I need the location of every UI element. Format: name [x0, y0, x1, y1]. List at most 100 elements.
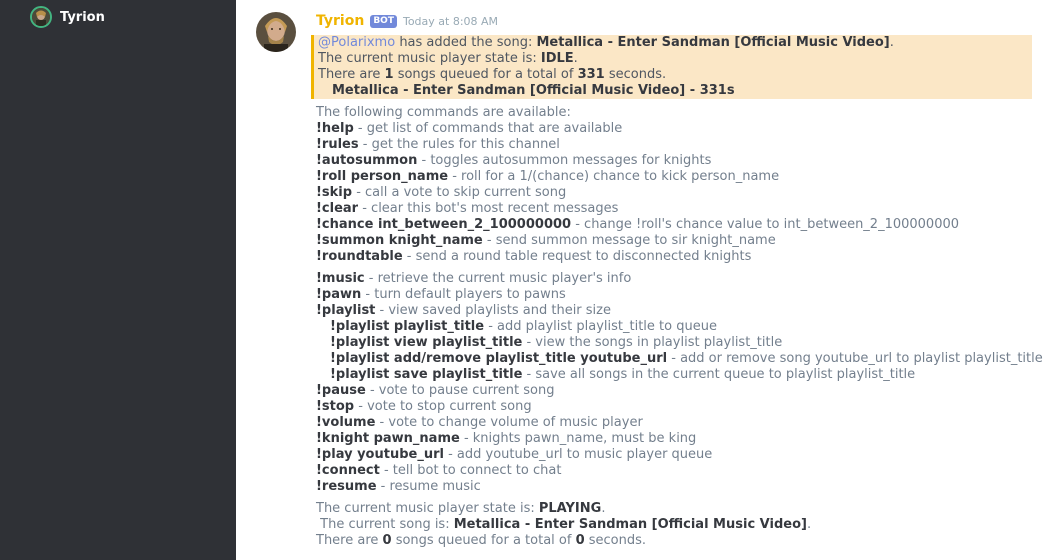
command-name: !pawn	[316, 287, 362, 302]
command-description: - resume music	[376, 479, 481, 494]
command-name: !roundtable	[316, 249, 403, 264]
command-description: - change !roll's chance value to int_bet…	[571, 217, 960, 232]
command-row: !playlist add/remove playlist_title yout…	[316, 351, 1043, 367]
embed-period: .	[889, 35, 894, 50]
command-description: - add playlist playlist_title to queue	[484, 319, 717, 334]
status-line-state: The current music player state is: PLAYI…	[316, 501, 1036, 517]
command-name: !playlist add/remove playlist_title yout…	[330, 351, 668, 366]
embed-text: songs queued for a total of	[393, 67, 578, 82]
status-line-queue: There are 0 songs queued for a total of …	[316, 533, 1036, 549]
command-description: - clear this bot's most recent messages	[358, 201, 619, 216]
embed-line-state: The current music player state is: IDLE.	[318, 51, 1032, 67]
command-row: !stop - vote to stop current song	[316, 399, 1036, 415]
command-description: - turn default players to pawns	[361, 287, 566, 302]
command-name: !playlist playlist_title	[330, 319, 485, 334]
command-name: !summon knight_name	[316, 233, 483, 248]
message-header: Tyrion BOT Today at 8:08 AM	[316, 12, 498, 30]
command-row: !pause - vote to pause current song	[316, 383, 1036, 399]
command-description: - vote to stop current song	[354, 399, 532, 414]
command-name: !autosummon	[316, 153, 418, 168]
message-timestamp: Today at 8:08 AM	[402, 14, 499, 28]
status-line-song: The current song is: Metallica - Enter S…	[316, 517, 1036, 533]
command-row: !playlist save playlist_title - save all…	[316, 367, 1036, 383]
command-name: !resume	[316, 479, 377, 494]
command-description: - send a round table request to disconne…	[402, 249, 752, 264]
command-description: - vote to change volume of music player	[375, 415, 643, 430]
author-avatar[interactable]	[256, 12, 296, 52]
command-row: !pawn - turn default players to pawns	[316, 287, 1036, 303]
member-name: Tyrion	[60, 9, 105, 25]
command-description: - send summon message to sir knight_name	[482, 233, 776, 248]
embed-queue-count: 1	[384, 67, 394, 82]
status-text: The current music player state is:	[316, 501, 539, 516]
command-description: - view the songs in playlist playlist_ti…	[522, 335, 783, 350]
command-description: - add youtube_url to music player queue	[443, 447, 713, 462]
status-song: Metallica - Enter Sandman [Official Musi…	[453, 517, 807, 532]
command-name: !playlist	[316, 303, 376, 318]
tyrion-avatar-icon	[256, 12, 296, 52]
member-list-item[interactable]: Tyrion	[30, 5, 105, 29]
status-queue-count: 0	[382, 533, 392, 548]
song-added-embed: @Polarixmo has added the song: Metallica…	[311, 35, 1032, 99]
command-description: - call a vote to skip current song	[352, 185, 567, 200]
status-text: There are	[316, 533, 383, 548]
command-name: !clear	[316, 201, 359, 216]
command-name: !music	[316, 271, 365, 286]
command-name: !play youtube_url	[316, 447, 444, 462]
command-row: !help - get list of commands that are av…	[316, 121, 1036, 137]
command-row: !skip - call a vote to skip current song	[316, 185, 1036, 201]
command-name: !pause	[316, 383, 366, 398]
command-row: !rules - get the rules for this channel	[316, 137, 1036, 153]
command-row: !connect - tell bot to connect to chat	[316, 463, 1036, 479]
member-avatar[interactable]	[30, 6, 52, 28]
command-name: !skip	[316, 185, 353, 200]
tyrion-avatar-icon	[32, 8, 50, 26]
command-row: !chance int_between_2_100000000 - change…	[316, 217, 1036, 233]
command-row: !playlist playlist_title - add playlist …	[316, 319, 1036, 335]
command-row: !music - retrieve the current music play…	[316, 271, 1036, 287]
embed-queue-seconds: 331	[577, 67, 605, 82]
command-row: !playlist - view saved playlists and the…	[316, 303, 1036, 319]
command-description: - view saved playlists and their size	[375, 303, 611, 318]
command-description: - retrieve the current music player's in…	[364, 271, 632, 286]
command-name: !knight pawn_name	[316, 431, 460, 446]
command-description: - get list of commands that are availabl…	[353, 121, 623, 136]
command-description: - save all songs in the current queue to…	[522, 367, 916, 382]
embed-queued-item-text: Metallica - Enter Sandman [Official Musi…	[332, 83, 735, 98]
embed-state: IDLE	[540, 51, 574, 66]
commands-list-general: !help - get list of commands that are av…	[316, 121, 1036, 265]
command-name: !playlist view playlist_title	[330, 335, 523, 350]
command-row: !clear - clear this bot's most recent me…	[316, 201, 1036, 217]
command-name: !chance int_between_2_100000000	[316, 217, 572, 232]
command-description: - roll for a 1/(chance) chance to kick p…	[448, 169, 780, 184]
user-mention[interactable]: @Polarixmo	[318, 35, 395, 50]
embed-text: seconds.	[604, 67, 667, 82]
command-name: !help	[316, 121, 354, 136]
commands-intro: The following commands are available:	[316, 105, 571, 120]
command-name: !rules	[316, 137, 359, 152]
command-row: !resume - resume music	[316, 479, 1036, 495]
embed-text: has added the song:	[395, 35, 537, 50]
chat-area: Tyrion BOT Today at 8:08 AM @Polarixmo h…	[236, 0, 1059, 560]
command-row: !knight pawn_name - knights pawn_name, m…	[316, 431, 1036, 447]
command-name: !connect	[316, 463, 380, 478]
embed-queued-item: Metallica - Enter Sandman [Official Musi…	[318, 83, 1032, 99]
command-description: - tell bot to connect to chat	[379, 463, 562, 478]
command-row: !roll person_name - roll for a 1/(chance…	[316, 169, 1036, 185]
command-description: - vote to pause current song	[365, 383, 555, 398]
bot-badge: BOT	[370, 14, 397, 28]
command-description: - toggles autosummon messages for knight…	[417, 153, 712, 168]
status-text: seconds.	[584, 533, 647, 548]
command-name: !roll person_name	[316, 169, 449, 184]
status-text: songs queued for a total of	[391, 533, 576, 548]
command-name: !playlist save playlist_title	[330, 367, 523, 382]
author-name[interactable]: Tyrion	[316, 13, 364, 29]
command-row: !play youtube_url - add youtube_url to m…	[316, 447, 1036, 463]
member-sidebar: Tyrion	[0, 0, 236, 560]
status-state: PLAYING	[538, 501, 602, 516]
embed-text: There are	[318, 67, 385, 82]
embed-song-title: Metallica - Enter Sandman [Official Musi…	[536, 35, 890, 50]
command-row: !autosummon - toggles autosummon message…	[316, 153, 1036, 169]
command-name: !volume	[316, 415, 376, 430]
command-row: !roundtable - send a round table request…	[316, 249, 1036, 265]
